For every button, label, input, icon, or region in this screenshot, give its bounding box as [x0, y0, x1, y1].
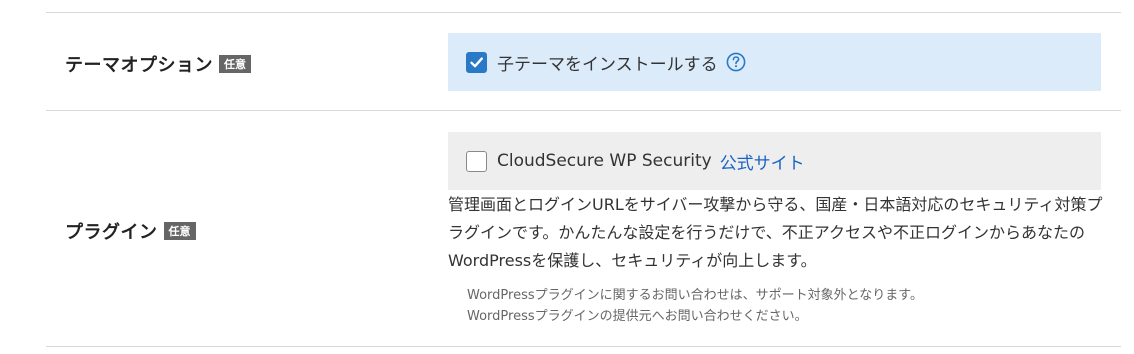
cloudsecure-checkbox[interactable] [466, 150, 487, 172]
question-circle-icon[interactable] [726, 52, 746, 72]
divider-top [46, 12, 1121, 13]
plugin-support-note: WordPressプラグインに関するお問い合わせは、サポート対象外となります。 … [467, 285, 1107, 327]
plugin-description: 管理画面とログインURLをサイバー攻撃から守る、国産・日本語対応のセキュリティ対… [448, 195, 1103, 270]
child-theme-option[interactable]: 子テーマをインストールする [448, 33, 1101, 91]
note-line: WordPressプラグインに関するお問い合わせは、サポート対象外となります。 [467, 288, 923, 303]
optional-badge: 任意 [163, 222, 196, 240]
divider-bottom [46, 346, 1121, 347]
child-theme-checkbox[interactable] [466, 51, 487, 73]
theme-option-title: テーマオプション [65, 55, 213, 76]
theme-option-label: テーマオプション 任意 [65, 51, 251, 77]
plugin-label: プラグイン 任意 [65, 218, 196, 244]
cloudsecure-label[interactable]: CloudSecure WP Security [497, 151, 712, 171]
note-line: WordPressプラグインの提供元へお問い合わせください。 [467, 309, 808, 324]
divider-middle [46, 110, 1121, 111]
optional-badge: 任意 [219, 55, 251, 73]
official-site-link[interactable]: 公式サイト [720, 149, 805, 174]
cloudsecure-option[interactable]: CloudSecure WP Security 公式サイト [448, 132, 1101, 190]
child-theme-label[interactable]: 子テーマをインストールする [497, 50, 718, 75]
checkmark-icon [470, 56, 483, 67]
plugin-title: プラグイン [65, 222, 158, 243]
